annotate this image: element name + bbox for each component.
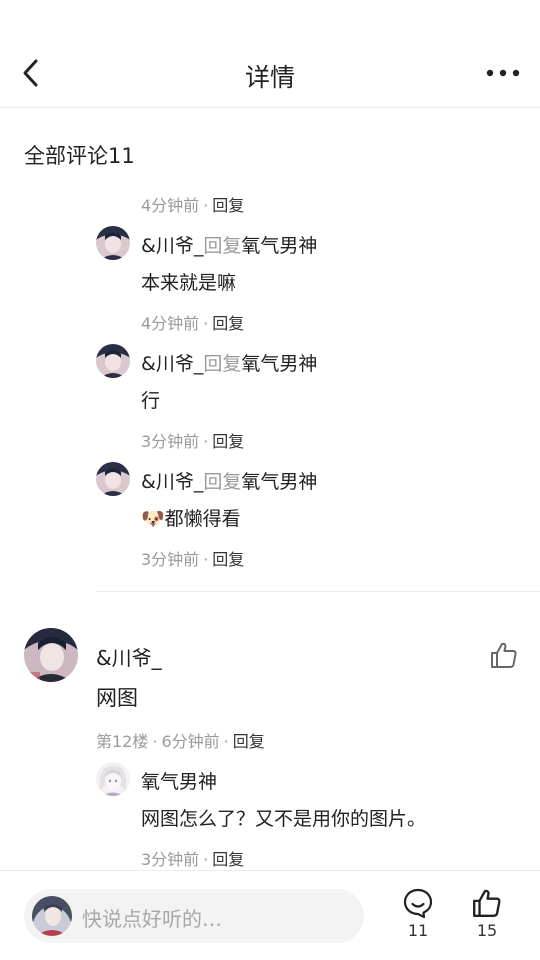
reply-text: 本来就是嘛 xyxy=(141,272,237,294)
reply-word: 回复 xyxy=(203,471,242,493)
avatar xyxy=(32,896,72,936)
thumbs-up-icon xyxy=(491,642,517,668)
reply-author-line: &川爷_回复氧气男神 xyxy=(141,349,317,376)
reply-meta: 3分钟前 · 回复 xyxy=(141,428,244,452)
like-count-button[interactable]: 15 xyxy=(465,887,509,940)
reply-button[interactable]: 回复 xyxy=(212,432,244,451)
page-title: 详情 xyxy=(244,63,295,92)
more-button[interactable] xyxy=(486,62,520,84)
more-horizontal-icon xyxy=(486,69,520,77)
reply-author[interactable]: 氧气男神 xyxy=(141,767,217,794)
reply-meta: 4分钟前 · 回复 xyxy=(141,310,244,334)
reply-target[interactable]: 氧气男神 xyxy=(241,471,317,493)
reply-time: 4分钟前 xyxy=(141,196,200,215)
reply-button[interactable]: 回复 xyxy=(212,196,244,215)
separator-dot: · xyxy=(203,314,209,333)
reply-meta: 3分钟前 · 回复 xyxy=(141,546,244,570)
comment-count: 11 xyxy=(407,921,429,940)
reply-author[interactable]: &川爷_ xyxy=(141,353,203,375)
comments-section-title: 全部评论11 xyxy=(24,144,135,168)
comment-meta: 第12楼 · 6分钟前 · 回复 xyxy=(96,728,265,752)
dog-emoji: 🐶 xyxy=(141,508,165,530)
avatar[interactable] xyxy=(96,226,130,260)
reply-time: 4分钟前 xyxy=(141,314,200,333)
reply-button[interactable]: 回复 xyxy=(212,850,244,869)
reply-word: 回复 xyxy=(203,235,242,257)
avatar[interactable] xyxy=(96,462,130,496)
comment-time: 6分钟前 xyxy=(161,732,220,751)
bottom-action-bar: 快说点好听的… 11 15 xyxy=(0,870,540,960)
comment-text: 网图 xyxy=(96,686,138,710)
comment-floor: 第12楼 xyxy=(96,732,149,751)
reply-text-body: 都懒得看 xyxy=(164,508,241,530)
separator-dot: · xyxy=(203,432,209,451)
input-placeholder: 快说点好听的… xyxy=(82,907,222,931)
separator-dot: · xyxy=(203,850,209,869)
avatar[interactable] xyxy=(96,762,130,796)
separator-dot: · xyxy=(203,196,209,215)
reply-time: 3分钟前 xyxy=(141,550,200,569)
reply-author-line: &川爷_回复氧气男神 xyxy=(141,231,317,258)
separator-dot: · xyxy=(152,732,158,751)
reply-text: 行 xyxy=(141,390,161,412)
like-button[interactable] xyxy=(489,640,519,670)
reply-button[interactable]: 回复 xyxy=(233,732,265,751)
comment-count-button[interactable]: 11 xyxy=(396,887,440,940)
reply-text: 网图怎么了？又不是用你的图片。 xyxy=(141,808,427,830)
comment-bubble-icon xyxy=(403,888,433,919)
reply-time: 3分钟前 xyxy=(141,850,200,869)
comment-input[interactable]: 快说点好听的… xyxy=(24,889,364,943)
reply-word: 回复 xyxy=(203,353,242,375)
comment-divider xyxy=(96,591,540,592)
reply-meta: 3分钟前 · 回复 xyxy=(141,846,244,870)
thumbs-up-icon xyxy=(473,889,501,917)
reply-target[interactable]: 氧气男神 xyxy=(241,353,317,375)
reply-meta: 4分钟前 · 回复 xyxy=(141,192,244,216)
reply-author[interactable]: &川爷_ xyxy=(141,235,203,257)
reply-author-line: &川爷_回复氧气男神 xyxy=(141,467,317,494)
top-nav-bar: 详情 xyxy=(0,38,540,108)
avatar[interactable] xyxy=(24,628,78,682)
reply-author[interactable]: &川爷_ xyxy=(141,471,203,493)
avatar[interactable] xyxy=(96,344,130,378)
reply-text: 🐶都懒得看 xyxy=(141,504,241,531)
comment-author[interactable]: &川爷_ xyxy=(96,642,162,671)
like-count: 15 xyxy=(476,921,498,940)
separator-dot: · xyxy=(203,550,209,569)
reply-target[interactable]: 氧气男神 xyxy=(241,235,317,257)
separator-dot: · xyxy=(223,732,229,751)
reply-button[interactable]: 回复 xyxy=(212,550,244,569)
reply-button[interactable]: 回复 xyxy=(212,314,244,333)
reply-time: 3分钟前 xyxy=(141,432,200,451)
